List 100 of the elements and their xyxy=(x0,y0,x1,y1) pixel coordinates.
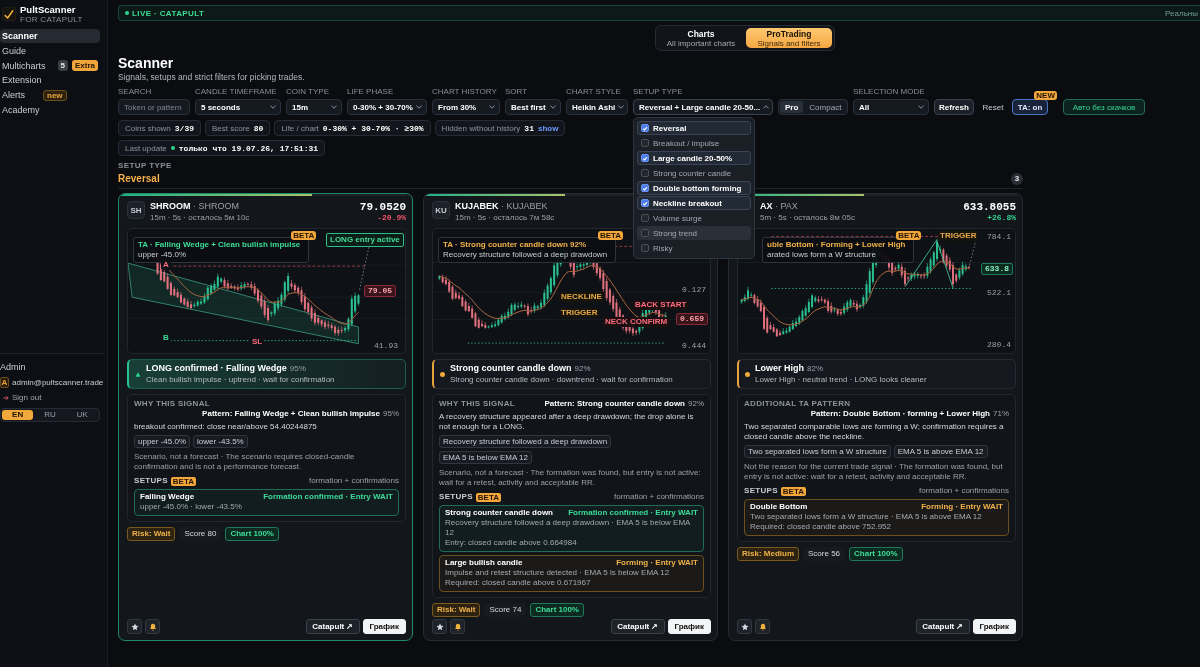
chart-button[interactable]: График xyxy=(972,619,1016,634)
dropdown-field[interactable]: From 30% xyxy=(432,99,500,115)
signal-summary: Strong counter candle down · downtrend · wait for confirmation xyxy=(450,375,673,385)
setup-name: Double Bottom xyxy=(750,502,808,512)
alert-button[interactable] xyxy=(450,619,465,634)
banner-note: Реальны xyxy=(1165,8,1198,18)
nav-item[interactable]: Academy xyxy=(0,103,44,117)
score-label: Score 80 xyxy=(179,527,222,541)
confidence-value: 82% xyxy=(807,364,823,373)
alert-button[interactable] xyxy=(755,619,770,634)
menu-option[interactable]: Volume surge xyxy=(637,211,751,225)
beta-badge: BETA xyxy=(475,492,501,502)
price-value: 79.0520 xyxy=(359,201,406,213)
segment-button[interactable]: Pro xyxy=(780,101,804,113)
chevron-down-icon xyxy=(489,105,495,109)
axis-label: 0.444 xyxy=(680,341,708,351)
pattern-title: uble Bottom · Forming + Lower High xyxy=(767,240,906,250)
menu-option[interactable]: Double bottom forming xyxy=(637,181,751,195)
filter-label: COIN TYPE xyxy=(286,87,330,97)
catapult-button[interactable]: Catapult ↗ xyxy=(306,619,360,634)
search-field[interactable]: Token or pattern xyxy=(118,99,190,115)
mode-tab[interactable]: ProTrading Signals and filters xyxy=(746,28,832,48)
favorite-button[interactable] xyxy=(737,619,752,634)
stat-label: Life / chart xyxy=(281,123,319,133)
language-option[interactable]: RU xyxy=(34,409,66,420)
sign-out-link[interactable]: Sign out xyxy=(0,392,42,403)
pattern-name: Pattern: Strong counter candle down xyxy=(544,399,685,409)
condition-chip: Two separated lows form a W structure xyxy=(744,445,891,458)
catapult-button[interactable]: Catapult ↗ xyxy=(611,619,665,634)
price-change: -20.9% xyxy=(377,213,406,223)
chevron-down-icon xyxy=(331,105,337,109)
section-label: SETUPS xyxy=(744,486,778,496)
reset-button[interactable]: Reset xyxy=(979,99,1007,115)
checkbox[interactable] xyxy=(641,169,649,177)
chart-button[interactable]: График xyxy=(362,619,406,634)
point-label: B xyxy=(161,333,171,343)
score-label: Score 56 xyxy=(803,547,846,561)
dropdown-field[interactable]: 0-30% + 30-70% xyxy=(347,99,427,115)
checkbox[interactable] xyxy=(641,154,649,162)
disclaimer-note: Scenario, not a forecast · The scenario requires closed-candle confirmation and is not a performance forecast. xyxy=(134,452,356,472)
coin-title: SHROOM · SHROOM xyxy=(150,201,240,212)
level-label: TRIGGER xyxy=(559,308,600,318)
nav-item[interactable]: Extension xyxy=(0,73,46,88)
menu-option[interactable]: Risky xyxy=(637,241,751,255)
nav-item[interactable]: Multicharts 5 Extra xyxy=(0,58,102,73)
setup-status: Forming · Entry WAIT xyxy=(616,558,698,568)
refresh-button[interactable]: Refresh xyxy=(934,99,974,115)
new-badge: NEW xyxy=(1034,91,1057,100)
beta-badge: BETA xyxy=(896,231,922,240)
nav-item[interactable]: Alerts new xyxy=(0,88,71,103)
menu-option[interactable]: Strong trend xyxy=(637,226,751,240)
filter-label: SETUP TYPE xyxy=(633,87,684,97)
setup-detail: Recovery structure followed a deep drawdown · EMA 5 is below EMA 12 xyxy=(445,518,691,538)
dot-icon xyxy=(745,371,750,377)
alert-button[interactable] xyxy=(145,619,160,634)
section-label: SETUP TYPE xyxy=(118,161,172,171)
dropdown-field[interactable]: 5 seconds xyxy=(195,99,281,115)
checkbox[interactable] xyxy=(641,214,649,222)
catapult-button[interactable]: Catapult ↗ xyxy=(916,619,970,634)
dropdown-field[interactable]: 15m xyxy=(286,99,342,115)
menu-option[interactable]: Strong counter candle xyxy=(637,166,751,180)
chart-button[interactable]: График xyxy=(667,619,711,634)
favorite-button[interactable] xyxy=(432,619,447,634)
menu-option[interactable]: Neckline breakout xyxy=(637,196,751,210)
checkbox[interactable] xyxy=(641,199,649,207)
segment-button[interactable]: Compact xyxy=(804,101,847,113)
page-subtitle: Signals, setups and strict filters for picking trades. xyxy=(118,72,306,82)
language-option[interactable]: EN xyxy=(2,409,34,420)
checkbox[interactable] xyxy=(641,229,649,237)
dropdown-field[interactable]: Best first xyxy=(505,99,561,115)
setups-hint: formation + confirmations xyxy=(308,476,399,486)
chevron-down-icon xyxy=(270,105,276,109)
signal-title: Strong counter candle down xyxy=(450,363,572,374)
favorite-button[interactable] xyxy=(127,619,142,634)
point-label: SL xyxy=(250,337,265,347)
status-dot-icon xyxy=(125,11,129,15)
nav-item[interactable]: Guide xyxy=(0,43,31,58)
dropdown-field[interactable]: All xyxy=(853,99,929,115)
show-link[interactable]: show xyxy=(537,123,559,133)
checkbox[interactable] xyxy=(641,184,649,192)
ta-toggle-button[interactable]: TA: on xyxy=(1012,99,1048,115)
dropdown-field[interactable]: Reversal + Large candle 20-50... xyxy=(633,99,773,115)
section-label: ADDITIONAL TA PATTERN xyxy=(744,399,851,409)
checkbox[interactable] xyxy=(641,244,649,252)
nav-item[interactable]: Scanner xyxy=(0,29,100,43)
pattern-detail: upper -45.0% xyxy=(138,250,188,260)
dropdown-field[interactable]: Heikin Ashi xyxy=(566,99,628,115)
menu-option[interactable]: Large candle 20-50% xyxy=(637,151,751,165)
checkbox[interactable] xyxy=(641,139,649,147)
language-option[interactable]: UK xyxy=(66,409,98,420)
checkbox[interactable] xyxy=(641,124,649,132)
menu-option[interactable]: Breakout / impulse xyxy=(637,136,751,150)
chart-tag: Chart 100% xyxy=(530,603,584,617)
menu-option[interactable]: Reversal xyxy=(637,121,751,135)
star-icon xyxy=(130,622,139,631)
condition-chip: Recovery structure followed a deep drawdown xyxy=(439,435,612,448)
score-label: Score 74 xyxy=(484,603,527,617)
mode-tab[interactable]: Charts All important charts xyxy=(658,28,744,48)
auto-button[interactable]: Авто без скачков xyxy=(1063,99,1145,115)
stat-value: 31 xyxy=(524,123,534,133)
